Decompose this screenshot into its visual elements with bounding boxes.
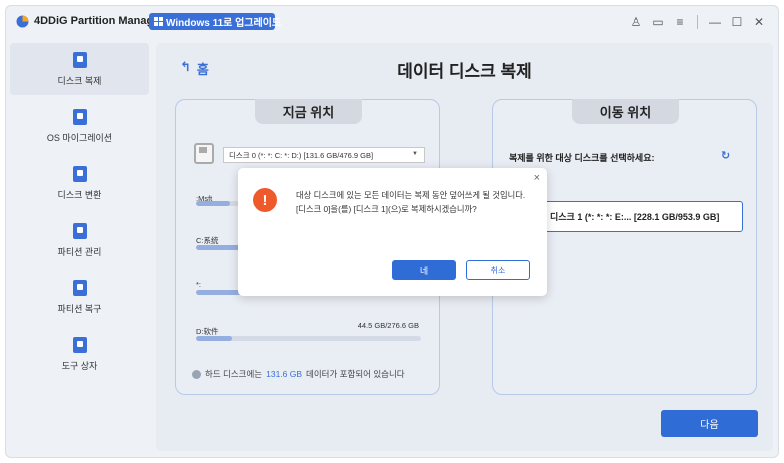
confirm-dialog: × ! 대상 디스크에 있는 모든 데이터는 복제 동안 덮어쓰게 될 것입니다… — [238, 168, 547, 296]
dialog-overlay: × ! 대상 디스크에 있는 모든 데이터는 복제 동안 덮어쓰게 될 것입니다… — [0, 0, 784, 463]
confirm-button[interactable]: 네 — [392, 260, 456, 280]
dialog-message: 대상 디스크에 있는 모든 데이터는 복제 동안 덮어쓰게 될 것입니다. [디… — [296, 190, 526, 214]
warning-icon: ! — [253, 188, 277, 212]
close-icon[interactable]: × — [534, 172, 540, 184]
cancel-button[interactable]: 취소 — [466, 260, 530, 280]
